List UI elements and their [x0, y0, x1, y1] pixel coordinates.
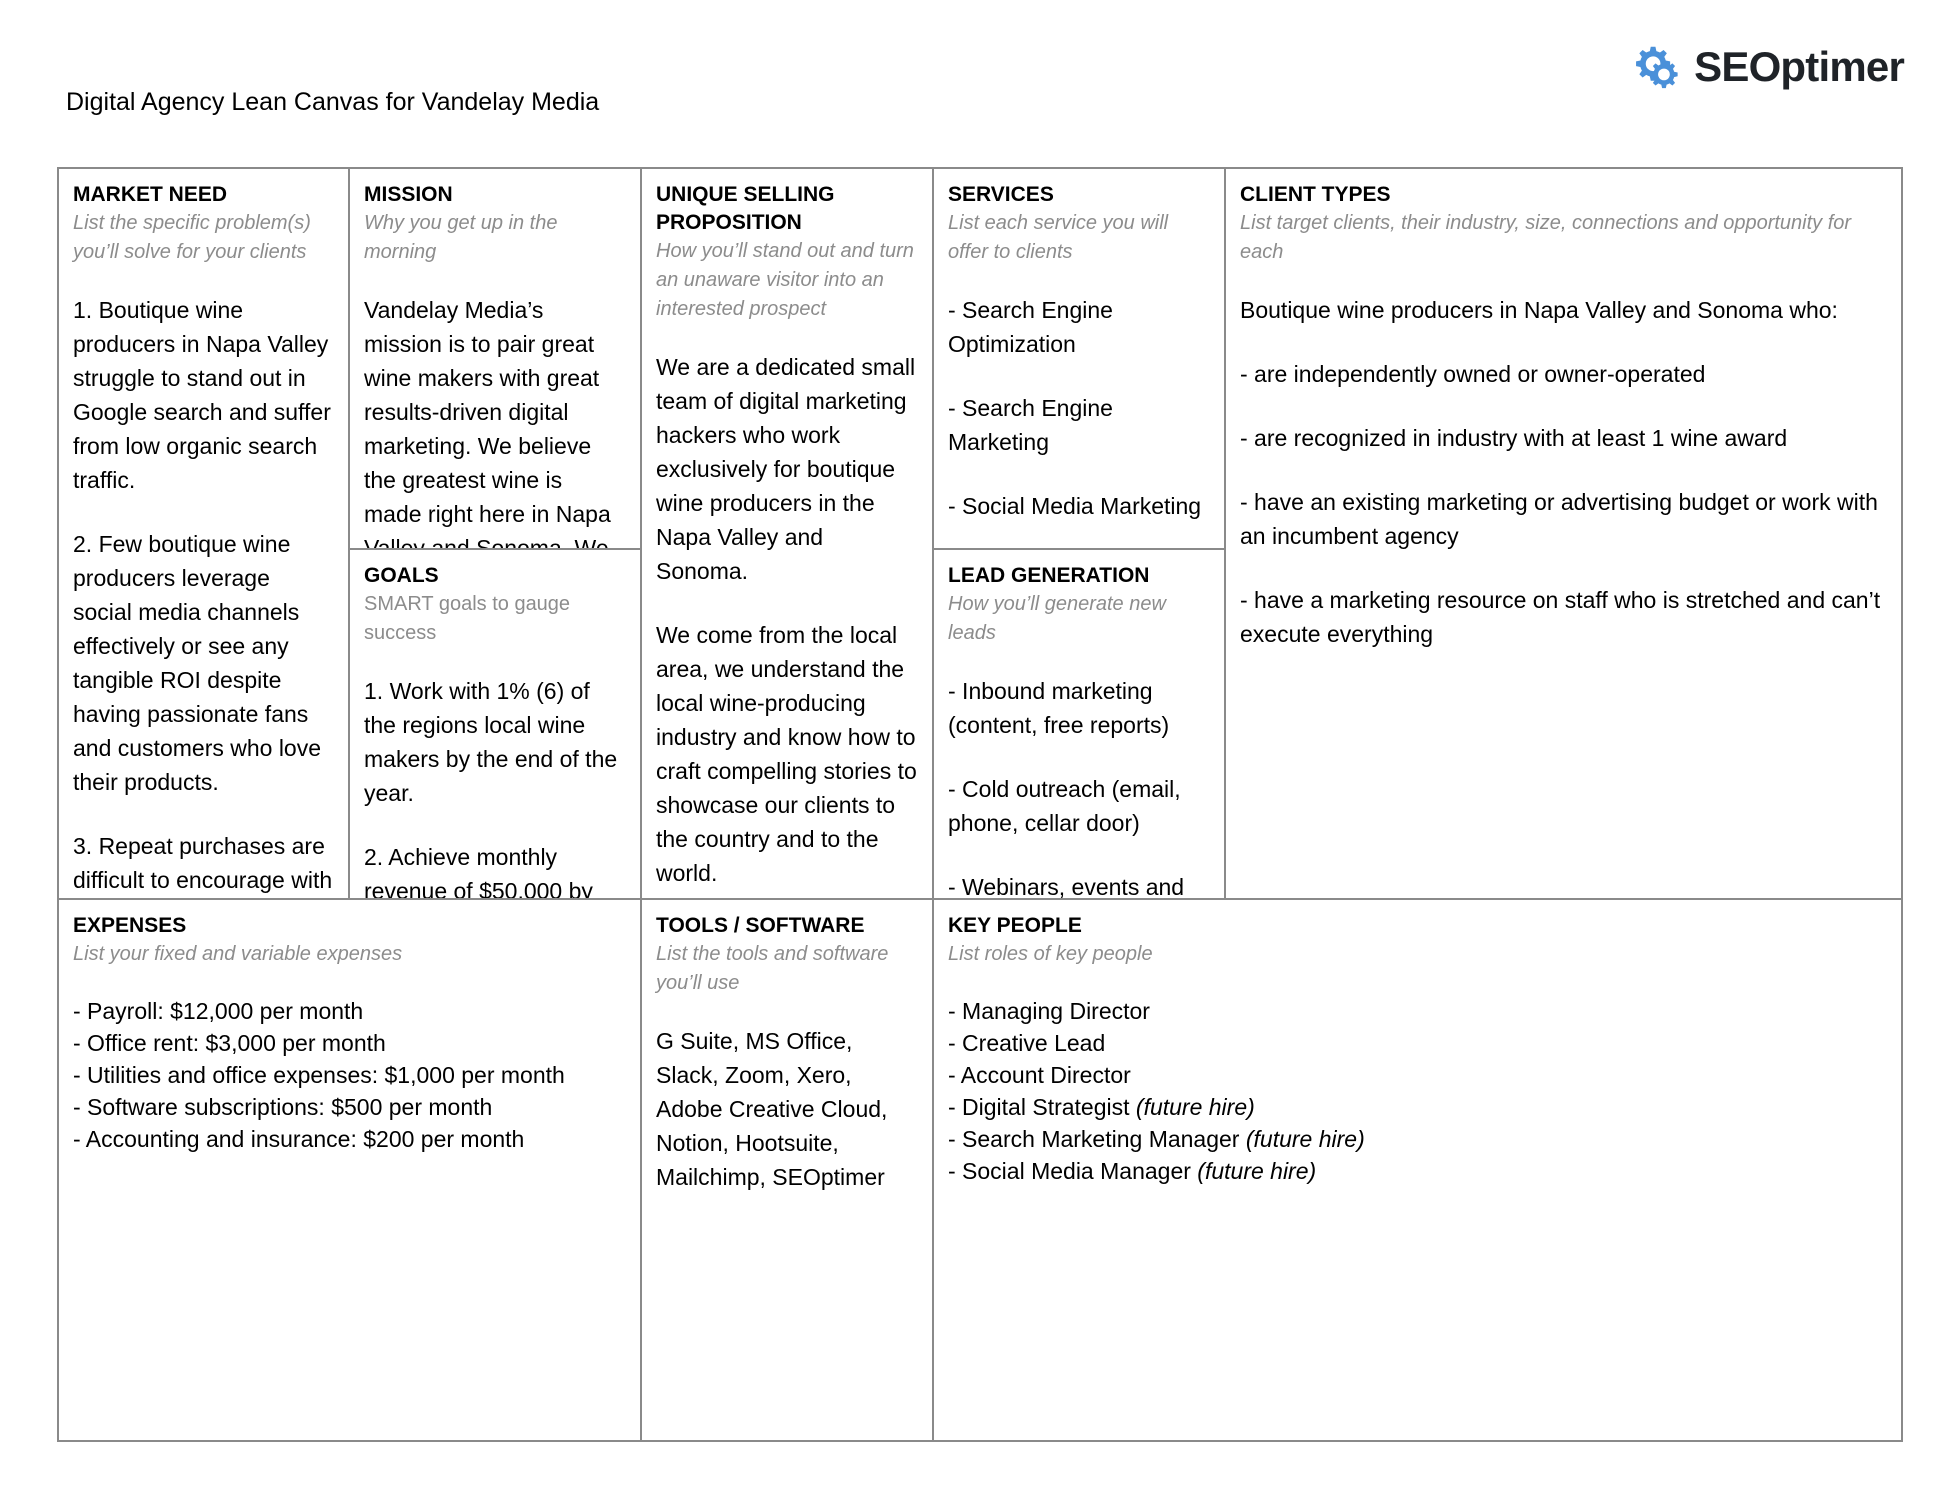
goals-subtitle: SMART goals to gauge success — [364, 593, 571, 644]
tools-software-subtitle: List the tools and software you’ll use — [656, 943, 889, 994]
lead-generation-item: - Webinars, events and free workshops — [948, 874, 1185, 900]
client-type-item: - have an existing marketing or advertis… — [1240, 489, 1878, 549]
services-list: - Search Engine Optimization - Search En… — [948, 293, 1210, 548]
expenses-title: EXPENSES — [73, 914, 187, 937]
expenses-subtitle: List your fixed and variable expenses — [73, 943, 403, 965]
key-person-role: - Managing Director — [948, 998, 1150, 1024]
service-item: - Search Engine Marketing — [948, 395, 1113, 455]
key-people-list: - Managing Director - Creative Lead - Ac… — [948, 995, 1887, 1187]
usp-subtitle: How you’ll stand out and turn an unaware… — [656, 240, 914, 320]
usp-item: We are a dedicated small team of digital… — [656, 354, 916, 584]
cell-client-types: CLIENT TYPES List target clients, their … — [1226, 169, 1901, 900]
mission-title: MISSION — [364, 183, 453, 206]
client-types-subtitle: List target clients, their industry, siz… — [1240, 212, 1852, 263]
expense-item: - Office rent: $3,000 per month — [73, 1030, 386, 1056]
key-person-note: (future hire) — [1245, 1126, 1365, 1152]
client-type-item: - are independently owned or owner-opera… — [1240, 361, 1706, 387]
expense-item: - Software subscriptions: $500 per month — [73, 1094, 493, 1120]
cell-goals: GOALS SMART goals to gauge success 1. Wo… — [350, 550, 642, 900]
expense-item: - Accounting and insurance: $200 per mon… — [73, 1126, 525, 1152]
mission-subtitle: Why you get up in the morning — [364, 212, 558, 263]
client-types-body: Boutique wine producers in Napa Valley a… — [1240, 293, 1887, 651]
services-title: SERVICES — [948, 183, 1054, 206]
service-item: - Search Engine Optimization — [948, 297, 1113, 357]
cell-services: SERVICES List each service you will offe… — [934, 169, 1226, 550]
market-need-item: 2. Few boutique wine producers leverage … — [73, 531, 322, 795]
tools-software-body: G Suite, MS Office, Slack, Zoom, Xero, A… — [656, 1024, 918, 1194]
mission-statement: Vandelay Media’s mission is to pair grea… — [364, 297, 611, 550]
key-person-item: - Account Director — [948, 1059, 1887, 1091]
seoptimer-logo: SEOptimer — [1632, 42, 1905, 92]
key-people-subtitle: List roles of key people — [948, 943, 1153, 965]
client-types-title: CLIENT TYPES — [1240, 183, 1391, 206]
key-person-role: - Search Marketing Manager — [948, 1126, 1246, 1152]
lead-generation-item: - Cold outreach (email, phone, cellar do… — [948, 776, 1181, 836]
expense-item: - Payroll: $12,000 per month — [73, 998, 364, 1024]
key-person-item: - Social Media Manager (future hire) — [948, 1155, 1887, 1187]
gears-icon — [1632, 42, 1682, 92]
cell-expenses: EXPENSES List your fixed and variable ex… — [59, 900, 642, 1440]
goal-item: 2. Achieve monthly revenue of $50,000 by… — [364, 844, 593, 900]
tools-software-list: G Suite, MS Office, Slack, Zoom, Xero, A… — [656, 1028, 888, 1190]
key-person-item: - Creative Lead — [948, 1027, 1887, 1059]
key-person-role: - Account Director — [948, 1062, 1131, 1088]
expenses-list: - Payroll: $12,000 per month - Office re… — [73, 995, 626, 1155]
client-type-item: - are recognized in industry with at lea… — [1240, 425, 1788, 451]
key-person-note: (future hire) — [1135, 1094, 1255, 1120]
key-person-item: - Search Marketing Manager (future hire) — [948, 1123, 1887, 1155]
cell-mission: MISSION Why you get up in the morning Va… — [350, 169, 642, 550]
market-need-body: 1. Boutique wine producers in Napa Valle… — [73, 293, 334, 898]
page-title: Digital Agency Lean Canvas for Vandelay … — [66, 88, 600, 116]
cell-unique-selling-proposition: UNIQUE SELLING PROPOSITION How you’ll st… — [642, 169, 934, 900]
lean-canvas-grid: MARKET NEED List the specific problem(s)… — [57, 167, 1903, 1442]
market-need-subtitle: List the specific problem(s) you’ll solv… — [73, 212, 311, 263]
brand-name: SEOptimer — [1694, 43, 1905, 90]
usp-body: We are a dedicated small team of digital… — [656, 350, 918, 898]
usp-title-line1: UNIQUE SELLING — [656, 183, 835, 206]
client-types-intro: Boutique wine producers in Napa Valley a… — [1240, 297, 1838, 323]
market-need-item: 3. Repeat purchases are difficult to enc… — [73, 833, 333, 893]
goals-title: GOALS — [364, 564, 439, 587]
key-person-role: - Creative Lead — [948, 1030, 1106, 1056]
usp-title-line2: PROPOSITION — [656, 211, 802, 234]
key-person-item: - Digital Strategist (future hire) — [948, 1091, 1887, 1123]
key-people-title: KEY PEOPLE — [948, 914, 1082, 937]
lead-generation-item: - Inbound marketing (content, free repor… — [948, 678, 1170, 738]
key-person-item: - Managing Director — [948, 995, 1887, 1027]
market-need-item: 1. Boutique wine producers in Napa Valle… — [73, 297, 331, 493]
key-person-note: (future hire) — [1197, 1158, 1317, 1184]
mission-body: Vandelay Media’s mission is to pair grea… — [364, 293, 626, 550]
lead-generation-list: - Inbound marketing (content, free repor… — [948, 674, 1210, 900]
service-item: - Social Media Marketing — [948, 493, 1202, 519]
services-subtitle: List each service you will offer to clie… — [948, 212, 1169, 263]
market-need-title: MARKET NEED — [73, 183, 228, 206]
tools-software-title: TOOLS / SOFTWARE — [656, 914, 865, 937]
lead-generation-title: LEAD GENERATION — [948, 564, 1150, 587]
goal-item: 1. Work with 1% (6) of the regions local… — [364, 678, 618, 806]
lead-generation-subtitle: How you’ll generate new leads — [948, 593, 1166, 644]
key-person-role: - Social Media Manager — [948, 1158, 1198, 1184]
key-person-role: - Digital Strategist — [948, 1094, 1136, 1120]
goals-body: 1. Work with 1% (6) of the regions local… — [364, 674, 626, 900]
cell-market-need: MARKET NEED List the specific problem(s)… — [59, 169, 350, 900]
usp-item: We come from the local area, we understa… — [656, 622, 917, 886]
client-type-item: - have a marketing resource on staff who… — [1240, 587, 1881, 647]
lean-canvas-page: Digital Agency Lean Canvas for Vandelay … — [0, 0, 1942, 1489]
expense-item: - Utilities and office expenses: $1,000 … — [73, 1062, 565, 1088]
cell-key-people: KEY PEOPLE List roles of key people - Ma… — [934, 900, 1901, 1440]
cell-lead-generation: LEAD GENERATION How you’ll generate new … — [934, 550, 1226, 900]
cell-tools-software: TOOLS / SOFTWARE List the tools and soft… — [642, 900, 934, 1440]
